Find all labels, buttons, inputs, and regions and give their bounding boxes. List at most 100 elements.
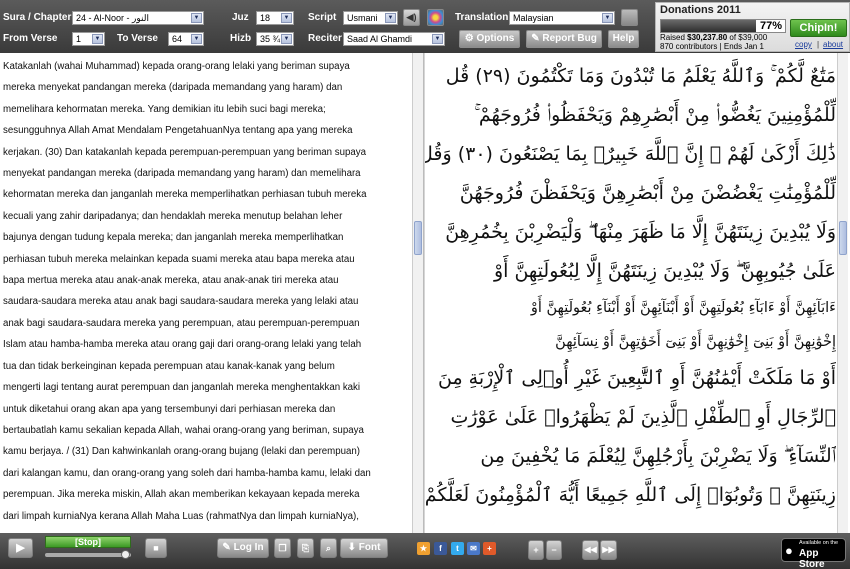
report-bug-button[interactable]: ✎ Report Bug <box>526 30 602 48</box>
from-verse-label: From Verse <box>3 33 58 44</box>
next-icon[interactable]: ▶▶ <box>600 540 617 560</box>
donation-contributors: 870 contributors | Ends Jan 1 <box>660 42 764 51</box>
translation-line: dari limpah kurniaNya kerana Allah Maha … <box>3 510 359 522</box>
raised-suffix: of $39,000 <box>727 33 768 42</box>
chevron-down-icon: ▼ <box>92 34 103 44</box>
arabic-line: ٱلرِّجَالِ أَوِ ٱلطِّفْلِ ٱلَّذِينَ لَمْ… <box>450 406 836 428</box>
arabic-line: ٱلنِّسَآءِ ۖ وَلَا يَضْرِبْنَ بِأَرْجُلِ… <box>480 445 836 467</box>
chevron-down-icon: ▼ <box>385 13 396 23</box>
bookmark-icon[interactable]: ❐ <box>274 538 291 558</box>
zoom-out-icon[interactable]: − <box>546 540 562 560</box>
app-store-label: App Store <box>799 548 825 569</box>
arabic-scrollbar[interactable] <box>837 53 848 533</box>
arabic-line: زِينَتِهِنَّ ۚ وَتُوبُوٓا۟ إِلَى ٱللَّهِ… <box>425 484 836 506</box>
hizb-select-value: 35 ¾ <box>260 34 281 44</box>
seek-handle[interactable] <box>121 550 130 559</box>
chevron-down-icon: ▼ <box>602 13 613 23</box>
translation-line: anak bagi saudara-saudara mereka yang pe… <box>3 317 360 329</box>
arabic-text: مَتَٰعٌ لَّكُمْ ۚ وَٱللَّهُ يَعْلَمُ مَا… <box>425 57 836 515</box>
juz-select[interactable]: 18 ▼ <box>256 11 294 25</box>
copy-link[interactable]: copy <box>795 40 812 49</box>
translation-line: menyekat pandangan mereka (daripada mema… <box>3 168 361 180</box>
translation-line: mengerti lagi tentang aurat perempuan da… <box>3 382 361 394</box>
help-button[interactable]: Help <box>608 30 639 48</box>
audio-speaker-icon[interactable]: ◀) <box>403 9 420 26</box>
download-icon: ⬇ <box>347 542 356 553</box>
translation-extra-button[interactable] <box>621 9 638 26</box>
translation-select-value: Malaysian <box>513 13 554 23</box>
translation-line: bertaubatlah kamu sekalian kepada Allah,… <box>3 424 364 436</box>
mail-icon[interactable]: ✉ <box>467 542 480 555</box>
facebook-icon[interactable]: f <box>434 542 447 555</box>
app-store-badge[interactable]: ● Available on the App Store <box>781 538 846 569</box>
report-bug-label: Report Bug <box>542 33 597 44</box>
donations-title: Donations 2011 <box>660 4 741 16</box>
zoom-icon[interactable]: ⌕ <box>320 538 337 558</box>
quran-explorer-app: Sura / Chapter 24 - Al-Noor - النور ▼ Ju… <box>0 0 850 569</box>
sura-select-value: 24 - Al-Noor - النور <box>76 13 149 23</box>
zoom-in-icon[interactable]: + <box>528 540 544 560</box>
arabic-scroll-thumb[interactable] <box>839 221 847 255</box>
sura-select[interactable]: 24 - Al-Noor - النور ▼ <box>72 11 204 25</box>
font-button-label: Font <box>358 542 381 553</box>
script-label: Script <box>308 12 337 23</box>
arabic-line: أَوْ مَا مَلَكَتْ أَيْمَٰنُهُنَّ أَوِ ٱل… <box>438 367 836 389</box>
to-verse-label: To Verse <box>117 33 158 44</box>
playback-status: [Stop] <box>45 536 131 548</box>
arabic-line: عَلَىٰ جُيُوبِهِنَّ ۖ وَلَا يُبْدِينَ زِ… <box>493 260 836 282</box>
star-icon[interactable]: ★ <box>417 542 430 555</box>
arabic-line: لِّلْمُؤْمِنِينَ يَغُضُّوا۟ مِنْ أَبْصَٰ… <box>474 104 836 126</box>
donations-widget: Donations 2011 77% Raised $30,237.80 of … <box>655 2 850 52</box>
to-verse-select[interactable]: 64 ▼ <box>168 32 204 46</box>
translation-label: Translation <box>455 12 509 23</box>
content-panels: Katakanlah (wahai Muhammad) kepada orang… <box>0 53 850 533</box>
from-verse-select[interactable]: 1 ▼ <box>72 32 105 46</box>
translation-scrollbar[interactable] <box>412 53 423 533</box>
translation-line: untuk diketahui orang akan apa yang ters… <box>3 403 336 415</box>
color-palette-icon[interactable] <box>427 9 444 26</box>
chevron-down-icon: ▼ <box>191 13 202 23</box>
chevron-down-icon: ▼ <box>281 34 292 44</box>
options-button[interactable]: ⚙ Options <box>459 30 520 48</box>
login-button[interactable]: ✎ Log In <box>217 538 269 558</box>
translation-line: bapa mertua mereka atau anak-anak mereka… <box>3 275 339 287</box>
chevron-down-icon: ▼ <box>191 34 202 44</box>
stop-icon[interactable]: ■ <box>145 538 167 558</box>
script-select[interactable]: Usmani ▼ <box>343 11 398 25</box>
bug-icon: ✎ <box>531 33 540 44</box>
translation-line: kehormatan mereka dan janganlah mereka m… <box>3 189 367 201</box>
chevron-down-icon: ▼ <box>432 34 443 44</box>
from-verse-value: 1 <box>76 34 82 44</box>
translation-line: Islam atau hamba-hamba mereka atau orang… <box>3 339 362 351</box>
seek-bar[interactable] <box>45 550 131 559</box>
about-link[interactable]: about <box>823 40 843 49</box>
translation-line: kamu berjaya. / (31) Dan kahwinkanlah or… <box>3 446 361 458</box>
translation-line: sesungguhnya Allah Amat Mendalam Pengeta… <box>3 125 353 137</box>
reciter-select[interactable]: Saad Al Ghamdi ▼ <box>343 32 445 46</box>
translation-line: perhiasan tubuh mereka melainkan kepada … <box>3 253 355 265</box>
login-button-label: Log In <box>233 542 264 553</box>
play-icon[interactable]: ▶ <box>8 538 33 558</box>
donation-percent: 77% <box>759 20 782 32</box>
apple-icon: ● <box>785 543 793 558</box>
copy-icon[interactable]: ⎘ <box>297 538 314 558</box>
chipin-button[interactable]: ChipIn! <box>790 19 847 37</box>
translation-scroll-thumb[interactable] <box>414 221 422 255</box>
translation-line: mereka menyekat pandangan mereka (daripa… <box>3 82 343 94</box>
font-button[interactable]: ⬇ Font <box>340 538 388 558</box>
translation-select[interactable]: Malaysian ▼ <box>509 11 615 25</box>
share-plus-icon[interactable]: + <box>483 542 496 555</box>
translation-line: saudara-saudara mereka atau anak bagi sa… <box>3 296 359 308</box>
hizb-select[interactable]: 35 ¾ ▼ <box>256 32 294 46</box>
arabic-line: مَتَٰعٌ لَّكُمْ ۚ وَٱللَّهُ يَعْلَمُ مَا… <box>445 65 836 87</box>
juz-label: Juz <box>232 12 249 23</box>
donation-raised: Raised $30,237.80 of $39,000 <box>660 33 767 42</box>
twitter-icon[interactable]: t <box>451 542 464 555</box>
arabic-line: ءَابَآئِهِنَّ أَوْ ءَابَآءِ بُعُولَتِهِن… <box>530 300 836 316</box>
hizb-label: Hizb <box>230 33 252 44</box>
previous-icon[interactable]: ◀◀ <box>582 540 599 560</box>
translation-line: dari kalangan kamu, dan orang-orang yang… <box>3 467 371 479</box>
sura-label: Sura / Chapter <box>3 12 72 23</box>
help-button-label: Help <box>612 33 635 44</box>
donation-progress-fill <box>661 20 757 32</box>
